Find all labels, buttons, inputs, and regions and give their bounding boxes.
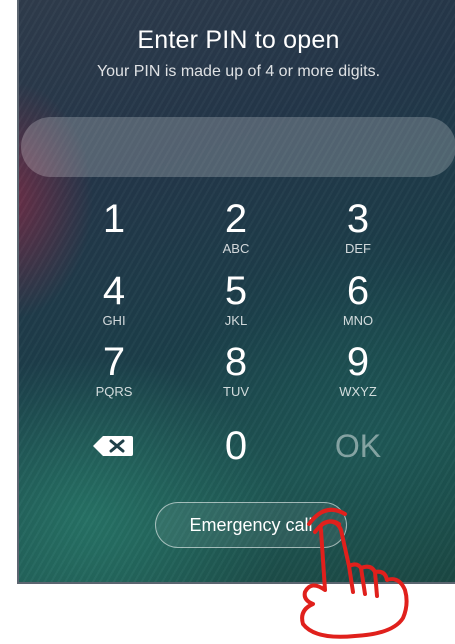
- key-digit: 3: [346, 197, 370, 241]
- key-letters: TUV: [223, 384, 249, 399]
- key-letters: ABC: [222, 241, 250, 256]
- key-9[interactable]: 9 WXYZ: [303, 341, 413, 405]
- key-digit: 9: [346, 340, 370, 384]
- backspace-icon: [93, 436, 133, 456]
- key-letters: GHI: [102, 313, 126, 328]
- key-digit: 6: [346, 269, 370, 313]
- page-subtitle: Your PIN is made up of 4 or more digits.: [96, 63, 381, 80]
- key-6[interactable]: 6 MNO: [303, 270, 413, 334]
- key-1[interactable]: 1: [59, 198, 169, 262]
- key-letters: WXYZ: [339, 384, 377, 399]
- key-digit: 4: [102, 269, 126, 313]
- key-digit: 2: [224, 197, 248, 241]
- key-digit: 7: [102, 340, 126, 384]
- backspace-button[interactable]: [91, 434, 135, 458]
- tapping-hand-icon: [300, 507, 409, 639]
- key-0[interactable]: 0: [181, 420, 291, 484]
- key-5[interactable]: 5 JKL: [181, 270, 291, 334]
- key-digit: 0: [224, 424, 248, 468]
- key-digit: 1: [102, 197, 126, 241]
- lock-screen: Enter PIN to open Your PIN is made up of…: [17, 0, 455, 584]
- key-digit: 5: [224, 269, 248, 313]
- page-title: Enter PIN to open: [137, 26, 340, 54]
- key-7[interactable]: 7 PQRS: [59, 341, 169, 405]
- key-4[interactable]: 4 GHI: [59, 270, 169, 334]
- key-letters: DEF: [345, 241, 371, 256]
- page: Enter PIN to open Your PIN is made up of…: [0, 0, 455, 644]
- key-3[interactable]: 3 DEF: [303, 198, 413, 262]
- pin-input[interactable]: [21, 117, 455, 177]
- key-letters: PQRS: [95, 384, 133, 399]
- key-letters: MNO: [342, 313, 374, 328]
- key-2[interactable]: 2 ABC: [181, 198, 291, 262]
- ok-label: OK: [334, 428, 382, 464]
- key-digit: 8: [224, 340, 248, 384]
- key-8[interactable]: 8 TUV: [181, 341, 291, 405]
- ok-button[interactable]: OK: [303, 420, 413, 484]
- key-letters: JKL: [224, 313, 248, 328]
